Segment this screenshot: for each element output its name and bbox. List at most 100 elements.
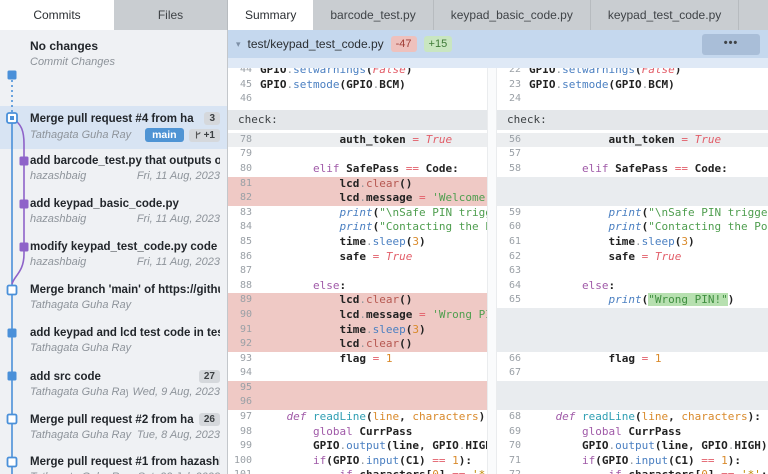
commit-row[interactable]: Merge pull request #1 from hazashbaigTat… <box>0 450 227 474</box>
code-text: print("Wrong PIN!") <box>608 293 735 307</box>
tab-keypad-test-code-py[interactable]: keypad_test_code.py <box>591 0 740 30</box>
line-number: 93 <box>239 352 252 364</box>
diff-line: 84 print("Contacting the Pol <box>228 220 487 235</box>
line-number: 68 <box>508 411 521 423</box>
code-text: time.sleep(3) <box>339 322 426 336</box>
line-number: 89 <box>239 294 252 306</box>
line-number: 98 <box>239 425 252 437</box>
commit-row[interactable]: add keypad and lcd test code in test fol… <box>0 321 227 364</box>
commit-meta-row: Tathagata Guha Ray Tue, 8 Aug, 2023 <box>30 429 220 441</box>
code-text: safe = True <box>339 249 413 263</box>
app-window: Commits Files Summary barcode_test.py keypa… <box>0 0 768 474</box>
line-number: 94 <box>239 367 252 379</box>
branch-icon <box>195 131 201 139</box>
code-text: global CurrPass <box>581 424 682 438</box>
tab-commits[interactable]: Commits <box>0 0 114 30</box>
commit-row[interactable]: add src code 27 Tathagata Guha Ray Wed, 9 A… <box>0 364 227 407</box>
diff-line: 72 if characters[0] == '*': <box>497 468 768 474</box>
commits-sidebar: No changes Commit Changes Merge pull req… <box>0 30 228 474</box>
line-number: 67 <box>508 367 521 379</box>
commit-title: add src code <box>30 370 101 383</box>
code-text: def readLine(line, characters): <box>555 410 761 424</box>
pane-divider[interactable] <box>487 68 497 474</box>
code-text: lcd.clear() <box>339 337 413 351</box>
diff-line: 82 lcd.message = 'Welcome !! <box>228 191 487 206</box>
commit-meta-row: hazashbaig Fri, 11 Aug, 2023 <box>30 213 220 225</box>
file-diff-header[interactable]: ▾ test/keypad_test_code.py -47 +15 ••• <box>228 30 768 58</box>
commit-row[interactable]: Merge pull request #2 from hazash 26 Tatha… <box>0 407 227 450</box>
commit-title: add barcode_test.py that outputs one <box>30 155 220 167</box>
commit-row[interactable]: add barcode_test.py that outputs one haza… <box>0 149 227 192</box>
commit-count-badge: 27 <box>198 370 220 383</box>
commit-author: Tathagata Guha Ray <box>30 342 132 354</box>
commit-title: modify keypad_test_code.py code <box>30 241 218 253</box>
working-copy-row[interactable]: No changes Commit Changes <box>0 33 227 76</box>
code-text: time.sleep(3) <box>339 234 426 248</box>
line-number: 24 <box>508 93 521 105</box>
code-text: lcd.message = 'Wrong PIN <box>339 307 487 321</box>
diff-line: 56 auth_token = True <box>497 132 768 148</box>
file-menu-button[interactable]: ••• <box>702 33 760 55</box>
diff-line: 98 global CurrPass <box>228 425 487 440</box>
tab-files[interactable]: Files <box>114 0 228 30</box>
diff-panes: 44 GPIO.setwarnings(False) 45 GPIO.setmode(… <box>228 68 768 474</box>
line-number: 63 <box>508 265 521 277</box>
diff-pane-old: 44 GPIO.setwarnings(False) 45 GPIO.setmode(… <box>228 68 487 474</box>
commit-title-row: add src code 27 <box>30 370 220 383</box>
diff-line: 44 GPIO.setwarnings(False) <box>228 68 487 78</box>
code-text: print("\nSafe PIN triggered <box>608 205 768 219</box>
diff-line: 87 <box>228 264 487 279</box>
commit-meta-row: Tathagata Guha Ray <box>30 299 220 311</box>
code-text: print("Contacting the Pol <box>608 220 768 234</box>
commit-row[interactable]: add keypad_basic_code.py hazashbaig Fri, 1… <box>0 192 227 235</box>
commit-date: Wed, 9 Aug, 2023 <box>132 386 220 398</box>
diff-line: 86 safe = True <box>228 250 487 265</box>
line-number: 56 <box>508 133 521 145</box>
commit-row[interactable]: Merge pull request #4 from ha 3 Tathagata … <box>0 106 227 149</box>
commit-date: Tue, 8 Aug, 2023 <box>136 429 220 441</box>
line-number: 71 <box>508 454 521 466</box>
line-number: 86 <box>239 250 252 262</box>
line-number: 78 <box>239 133 252 145</box>
line-number: 59 <box>508 206 521 218</box>
commit-meta-row: hazashbaig Fri, 11 Aug, 2023 <box>30 170 220 182</box>
commit-row[interactable]: modify keypad_test_code.py code hazashbai… <box>0 235 227 278</box>
line-number: 70 <box>508 440 521 452</box>
diff-line: 70 GPIO.output(line, GPIO.HIGH) <box>497 439 768 454</box>
hunk-padding-strip <box>228 58 768 68</box>
commit-row[interactable]: Merge branch 'main' of https://github. Ta… <box>0 278 227 321</box>
diff-line: 91 time.sleep(3) <box>228 322 487 338</box>
commit-count-badge: 3 <box>204 112 220 125</box>
line-number: 62 <box>508 250 521 262</box>
diff-line: 88 else: <box>228 279 487 294</box>
collapse-caret-icon[interactable]: ▾ <box>236 39 241 50</box>
diff-line: 61 time.sleep(3) <box>497 235 768 250</box>
code-text: lcd.clear() <box>339 176 413 190</box>
diff-line: 71 if(GPIO.input(C1) == 1): <box>497 454 768 469</box>
commit-title-row: add keypad_basic_code.py <box>30 198 220 210</box>
tab-summary[interactable]: Summary <box>228 0 314 30</box>
diff-line: 59 print("\nSafe PIN triggered <box>497 206 768 221</box>
code-text: GPIO.setmode(GPIO.BCM) <box>529 77 675 91</box>
line-number: 58 <box>508 162 521 174</box>
deletions-badge: -47 <box>390 36 417 52</box>
line-number: 79 <box>239 148 252 160</box>
diff-line: 85 time.sleep(3) <box>228 235 487 250</box>
branch-badge-main[interactable]: main <box>145 128 184 142</box>
tab-barcode-test-py[interactable]: barcode_test.py <box>313 0 434 30</box>
diff-line: 45 GPIO.setmode(GPIO.BCM) <box>228 78 487 93</box>
code-text: flag = 1 <box>339 351 393 365</box>
code-text: if(GPIO.input(C1) == 1): <box>581 453 741 467</box>
line-number: 57 <box>508 148 521 160</box>
commit-author: Tathagata Guha Ray <box>30 386 128 398</box>
hunk-context: check: <box>228 109 487 130</box>
commit-meta-row: Tathagata Guha Ray main +1 <box>30 128 220 142</box>
code-text: global CurrPass <box>312 424 413 438</box>
diff-line: 69 global CurrPass <box>497 425 768 440</box>
diff-line: 83 print("\nSafe PIN triggered <box>228 206 487 221</box>
tab-keypad-basic-code-py[interactable]: keypad_basic_code.py <box>434 0 591 30</box>
commit-author: Tathagata Guha Ray <box>30 299 132 311</box>
